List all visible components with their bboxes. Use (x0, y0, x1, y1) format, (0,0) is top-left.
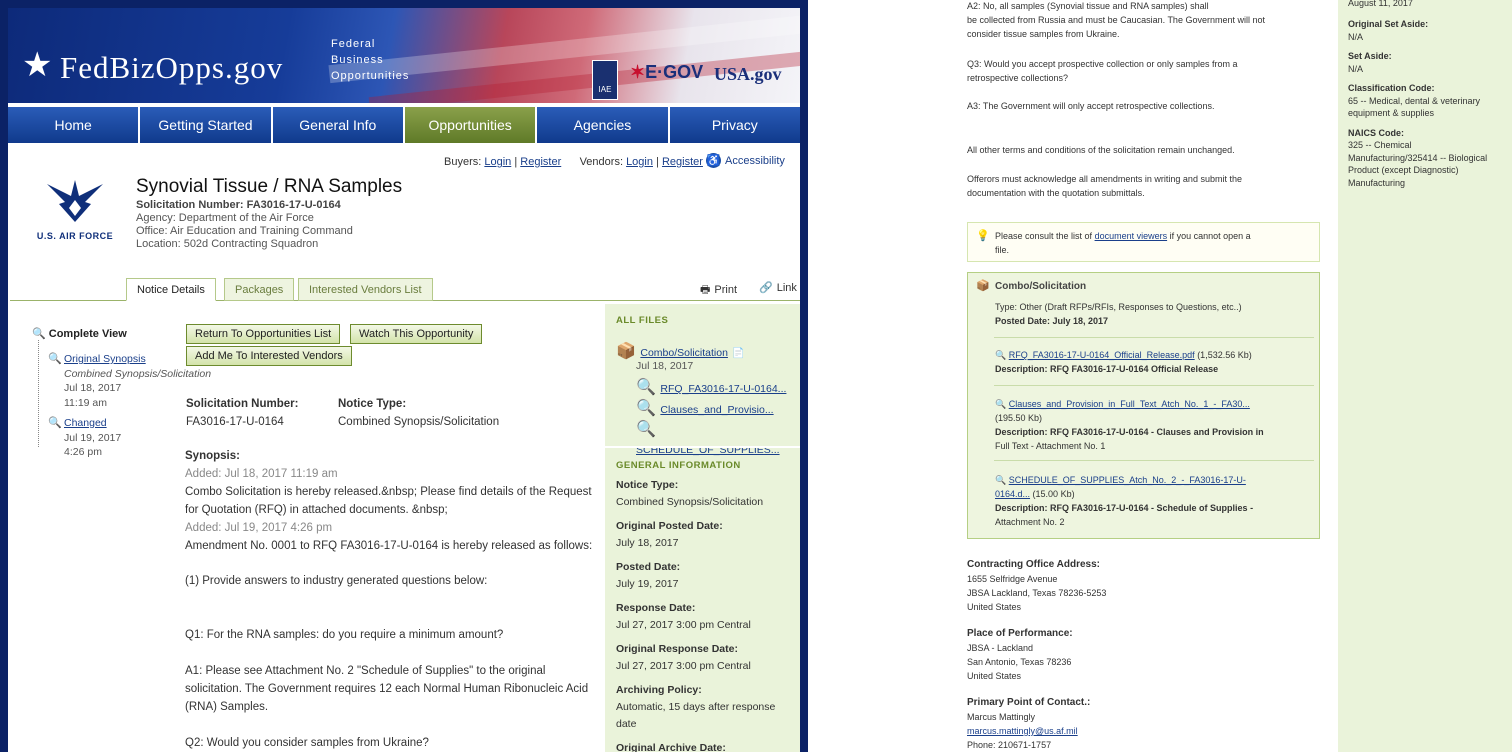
page-title: Synovial Tissue / RNA Samples (136, 176, 403, 197)
add-interested-vendor-button[interactable]: Add Me To Interested Vendors (186, 346, 352, 366)
iae-logo[interactable]: IAE (592, 60, 618, 100)
right-sidebar: August 11, 2017 Original Set Aside: N/A S… (1338, 0, 1512, 752)
list-item: 🔍 SCHEDULE_OF_SUPPLIES_Atch_No._2_-_FA30… (995, 475, 1254, 527)
search-doc-icon: 🔍 (32, 328, 46, 340)
contracting-office: Contracting Office Address: 1655 Selfrid… (967, 559, 1107, 612)
combo-solicitation-panel: 📦 Combo/Solicitation Type: Other (Draft … (967, 272, 1320, 539)
document-viewers-link[interactable]: document viewers (1095, 231, 1168, 241)
list-item: 🔍 Clauses_and_Provision_in_Full_Text_Atc… (995, 399, 1264, 451)
document-icon[interactable]: 📄 (732, 348, 744, 359)
file-link[interactable]: RFQ_FA3016-17-U-0164... (660, 383, 786, 395)
nav-opportunities[interactable]: Opportunities (404, 107, 536, 143)
search-doc-icon: 🔍 (636, 379, 656, 396)
air-force-wings-icon (47, 180, 103, 222)
usagov-logo[interactable]: USA.gov (714, 64, 782, 85)
buyer-login-link[interactable]: Login (484, 156, 511, 168)
solicitation-value: FA3016-17-U-0164 (186, 416, 284, 428)
viewer-note: 💡 Please consult the list of document vi… (967, 222, 1320, 262)
search-doc-icon: 🔍 (48, 353, 62, 365)
nav-home[interactable]: Home (8, 107, 139, 143)
synopsis: Synopsis: Added: Jul 18, 2017 11:19 am C… (185, 450, 593, 749)
watch-opportunity-button[interactable]: Watch This Opportunity (350, 324, 483, 344)
file-link[interactable]: Clauses_and_Provisio... (660, 404, 773, 416)
general-info-heading: GENERAL INFORMATION (616, 460, 741, 471)
search-doc-icon: 🔍 (636, 421, 656, 438)
link-icon: 🔗 (759, 282, 773, 294)
left-page: ★ FedBizOpps.gov Federal Business Opportun… (0, 0, 808, 752)
file-link[interactable]: SCHEDULE_OF_SUPPLIES_Atch_No._2_-_FA3016… (1009, 475, 1246, 485)
tab-packages[interactable]: Packages (224, 278, 295, 301)
page-tools: 🖶 Print 🔗 Link (700, 281, 797, 300)
site-banner: ★ FedBizOpps.gov Federal Business Opportun… (8, 8, 800, 103)
list-item: 🔍 Clauses_and_Provisio... (636, 399, 800, 420)
site-logo[interactable]: FedBizOpps.gov (60, 50, 283, 86)
egov-logo[interactable]: ✶E·GOV (630, 62, 703, 83)
notice-type-label: Notice Type: (338, 398, 407, 410)
printer-icon: 🖶 (700, 284, 711, 296)
vendor-register-link[interactable]: Register (662, 156, 703, 168)
combo-solicitation-link[interactable]: Combo/Solicitation (640, 347, 728, 359)
search-doc-icon: 🔍 (995, 350, 1007, 360)
answer-a2: A2: No, all samples (Synovial tissue and… (967, 1, 1265, 39)
search-doc-icon: 🔍 (636, 400, 656, 417)
site-subtitle: Federal Business Opportunities (331, 38, 410, 82)
complete-view[interactable]: 🔍 Complete View (32, 327, 127, 340)
nav-agencies[interactable]: Agencies (537, 107, 668, 143)
package-icon: 📦 (976, 280, 990, 292)
print-button[interactable]: 🖶 Print (700, 281, 737, 300)
classification-list: Original Set Aside: N/A Set Aside: N/A Cla… (1348, 19, 1488, 188)
changed-link[interactable]: Changed (64, 417, 107, 429)
link-button[interactable]: 🔗 Link (759, 281, 797, 300)
main-nav: Home Getting Started General Info Opport… (8, 107, 800, 143)
air-force-logo: U.S. AIR FORCE (30, 176, 120, 246)
auth-links: Buyers: Login | Register Vendors: Login … (444, 156, 703, 168)
point-of-contact: Primary Point of Contact.: Marcus Mattin… (967, 697, 1091, 750)
list-item: 🔍 SCHEDULE_OF_SUPPLIES... (636, 420, 800, 460)
tab-interested-vendors[interactable]: Interested Vendors List (298, 278, 433, 301)
all-files-heading: ALL FILES (616, 315, 669, 326)
accessibility-icon: ♿ (706, 153, 721, 168)
lightbulb-icon: 💡 (976, 230, 990, 242)
list-item: 🔍 RFQ_FA3016-17-U-0164... (636, 378, 800, 399)
return-to-list-button[interactable]: Return To Opportunities List (186, 324, 341, 344)
accessibility-link[interactable]: ♿ Accessibility (706, 153, 785, 168)
acknowledge-text: Offerors must acknowledge all amendments… (967, 174, 1242, 198)
buyer-register-link[interactable]: Register (520, 156, 561, 168)
combo-file-row: 📦 Combo/Solicitation 📄 (616, 341, 745, 361)
general-info-list: Notice Type: Combined Synopsis/Solicitati… (616, 479, 776, 752)
answer-a3: A3: The Government will only accept retr… (967, 101, 1215, 111)
search-doc-icon: 🔍 (995, 399, 1007, 409)
nav-general-info[interactable]: General Info (272, 107, 403, 143)
question-q3: Q3: Would you accept prospective collect… (967, 59, 1238, 83)
nav-privacy[interactable]: Privacy (669, 107, 800, 143)
search-doc-icon: 🔍 (48, 417, 62, 429)
solicitation-label: Solicitation Number: (186, 398, 299, 410)
terms-text: All other terms and conditions of the so… (967, 145, 1235, 155)
place-of-performance: Place of Performance: JBSA - Lackland San… (967, 628, 1073, 681)
notice-sidebar: ALL FILES 📦 Combo/Solicitation 📄 Jul 18,… (605, 304, 800, 752)
file-link[interactable]: RFQ_FA3016-17-U-0164_Official_Release.pd… (1009, 350, 1195, 360)
right-page: A2: No, all samples (Synovial tissue and… (808, 0, 1512, 752)
tab-notice-details[interactable]: Notice Details (126, 278, 216, 301)
nav-getting-started[interactable]: Getting Started (140, 107, 271, 143)
list-item: 🔍 RFQ_FA3016-17-U-0164_Official_Release.… (995, 350, 1252, 374)
star-icon: ★ (22, 46, 53, 84)
contact-email-link[interactable]: marcus.mattingly@us.af.mil (967, 726, 1078, 736)
notice-meta: Solicitation Number: FA3016-17-U-0164 Ag… (136, 199, 353, 250)
original-synopsis-link[interactable]: Original Synopsis (64, 353, 146, 365)
notice-type-value: Combined Synopsis/Solicitation (338, 416, 500, 428)
search-doc-icon: 🔍 (995, 475, 1007, 485)
package-icon: 📦 (616, 343, 636, 360)
vendor-login-link[interactable]: Login (626, 156, 653, 168)
tab-bar: Notice Details Packages Interested Vendo… (10, 278, 800, 301)
file-link[interactable]: Clauses_and_Provision_in_Full_Text_Atch_… (1009, 399, 1250, 409)
